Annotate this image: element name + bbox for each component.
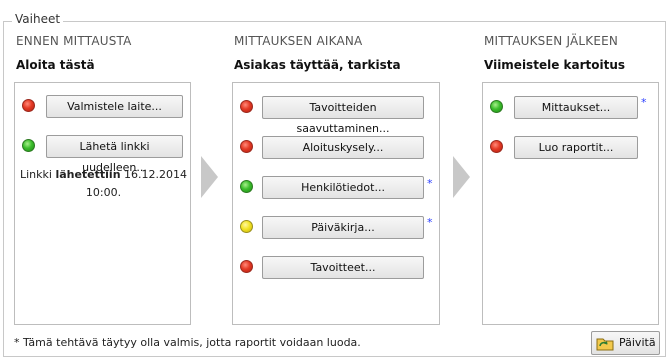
column-heading-during: MITTAUKSEN AIKANA bbox=[234, 34, 363, 48]
status-red-icon bbox=[240, 100, 253, 113]
required-marker: * bbox=[641, 96, 647, 109]
goals-button[interactable]: Tavoitteet... bbox=[262, 256, 424, 279]
measurements-button[interactable]: Mittaukset... bbox=[514, 96, 638, 119]
refresh-label: Päivitä bbox=[619, 336, 656, 349]
column-heading-after: MITTAUKSEN JÄLKEEN bbox=[484, 34, 619, 48]
note-prefix: Linkki bbox=[19, 168, 56, 181]
arrow-right-icon bbox=[201, 156, 218, 198]
diary-button[interactable]: Päiväkirja... bbox=[262, 216, 424, 239]
note-bold: lähetettiin bbox=[55, 168, 121, 181]
status-yellow-icon bbox=[240, 220, 253, 233]
column-subheading-after: Viimeistele kartoitus bbox=[484, 58, 626, 72]
panel-during: Tavoitteiden saavuttaminen... Aloituskys… bbox=[232, 82, 440, 325]
required-marker: * bbox=[427, 216, 433, 229]
column-subheading-during: Asiakas täyttää, tarkista bbox=[234, 58, 401, 72]
status-green-icon bbox=[490, 100, 503, 113]
status-green-icon bbox=[240, 180, 253, 193]
status-green-icon bbox=[22, 139, 35, 152]
prepare-device-button[interactable]: Valmistele laite... bbox=[46, 95, 183, 118]
status-red-icon bbox=[22, 99, 35, 112]
resend-link-button[interactable]: Lähetä linkki uudelleen... bbox=[46, 135, 183, 174]
status-red-icon bbox=[240, 140, 253, 153]
refresh-folder-icon bbox=[596, 338, 614, 351]
initial-survey-button[interactable]: Aloituskysely... bbox=[262, 136, 424, 159]
panel-after: Mittaukset... * Luo raportit... bbox=[482, 82, 659, 325]
create-reports-button[interactable]: Luo raportit... bbox=[514, 136, 638, 159]
refresh-button[interactable]: Päivitä bbox=[591, 331, 660, 355]
panel-before: Valmistele laite... Lähetä linkki uudell… bbox=[14, 82, 191, 325]
column-heading-before: ENNEN MITTAUSTA bbox=[16, 34, 132, 48]
status-red-icon bbox=[490, 140, 503, 153]
note-date: 16.12.2014 bbox=[120, 168, 188, 181]
goal-achievement-button[interactable]: Tavoitteiden saavuttaminen... bbox=[262, 96, 424, 135]
footnote: * Tämä tehtävä täytyy olla valmis, jotta… bbox=[14, 336, 361, 349]
required-marker: * bbox=[427, 177, 433, 190]
group-title: Vaiheet bbox=[12, 12, 64, 26]
note-time: 10:00. bbox=[85, 186, 122, 199]
arrow-right-icon bbox=[453, 156, 470, 198]
link-sent-note: Linkki lähetettiin 16.12.2014 10:00. bbox=[15, 166, 192, 202]
status-red-icon bbox=[240, 260, 253, 273]
personal-info-button[interactable]: Henkilötiedot... bbox=[262, 176, 424, 199]
column-subheading-before: Aloita tästä bbox=[16, 58, 95, 72]
